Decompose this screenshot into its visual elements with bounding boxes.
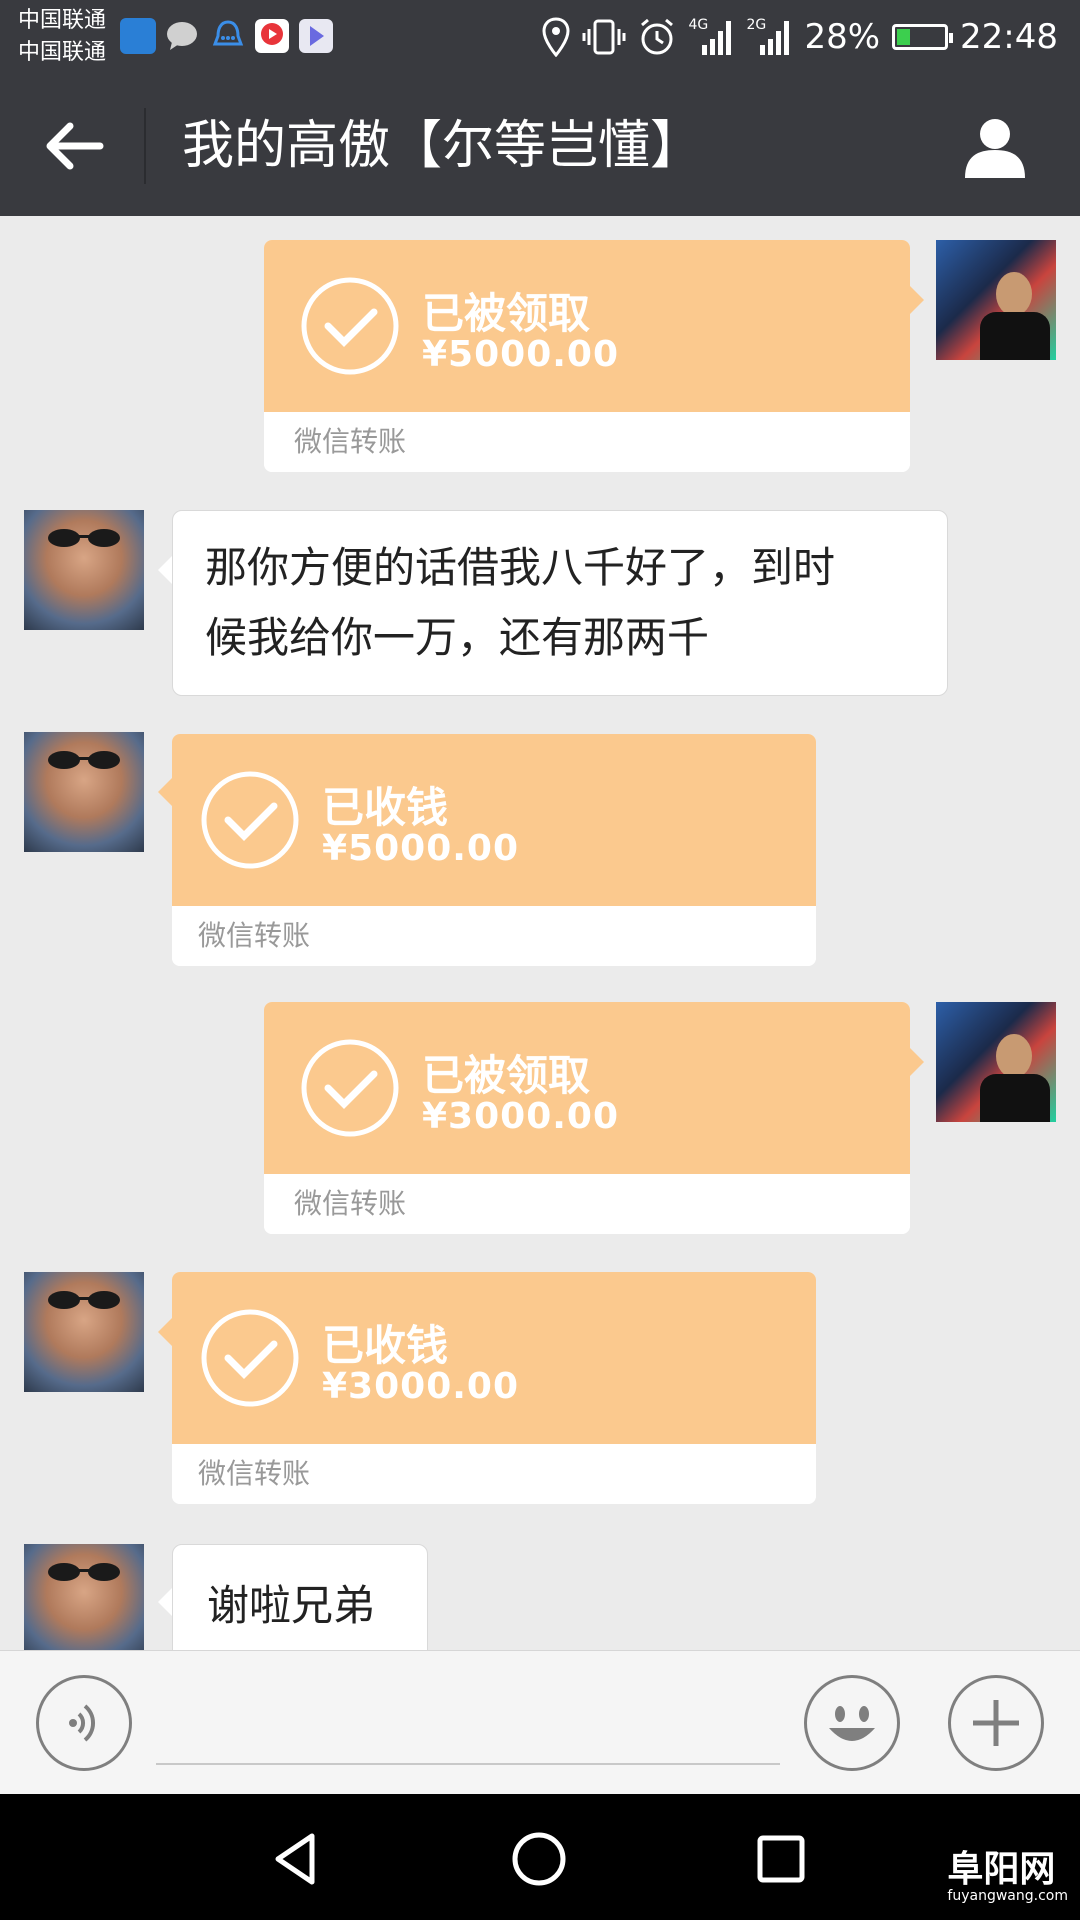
transfer-bubble[interactable]: 已被领取 ¥3000.00 微信转账 (264, 1002, 910, 1234)
smiley-icon (829, 1706, 875, 1741)
transfer-status: 已收钱 (322, 1321, 449, 1370)
transfer-footer: 微信转账 (172, 1444, 816, 1504)
message-text-line: 候我给你一万，还有那两千 (205, 613, 710, 662)
person-icon[interactable] (960, 112, 1030, 182)
sunglasses-icon (48, 1291, 120, 1309)
transfer-status: 已收钱 (322, 783, 449, 832)
avatar-other[interactable] (24, 1544, 144, 1650)
carrier-2: 中国联通 (18, 40, 107, 65)
plus-icon (973, 1700, 1019, 1746)
video-app-icon (255, 19, 289, 53)
transfer-footer: 微信转账 (264, 412, 910, 472)
battery-icon (892, 24, 954, 50)
circle-home-icon[interactable] (504, 1824, 574, 1894)
signal-2g-icon: 2G (746, 17, 792, 57)
avatar-other[interactable] (24, 732, 144, 852)
battery-percent: 28% (804, 17, 881, 57)
square-recents-icon[interactable] (746, 1824, 816, 1894)
transfer-status: 已被领取 (422, 1051, 591, 1100)
avatar-self[interactable] (936, 240, 1056, 360)
watermark: 阜阳网 fuyangwang.com (947, 1840, 1068, 1904)
weather-app-icon (120, 18, 156, 54)
check-circle-icon (301, 277, 399, 375)
triangle-back-icon[interactable] (264, 1824, 334, 1894)
clock: 22:48 (960, 17, 1058, 57)
video-app-2-icon (299, 19, 333, 53)
status-bar: 中国联通 中国联通 4G 2G 28% 22:48 (0, 0, 1080, 76)
transfer-amount: ¥3000.00 (322, 1366, 520, 1407)
emoji-button[interactable] (804, 1675, 900, 1771)
transfer-footer: 微信转账 (264, 1174, 910, 1234)
voice-icon (69, 1704, 96, 1742)
transfer-header: 已被领取 ¥3000.00 (264, 1002, 910, 1174)
avatar-other[interactable] (24, 510, 144, 630)
carrier-1: 中国联通 (18, 8, 107, 33)
check-circle-icon (201, 1309, 299, 1407)
header-divider (144, 108, 146, 184)
transfer-header: 已收钱 ¥3000.00 (172, 1272, 816, 1444)
watermark-domain: fuyangwang.com (947, 1888, 1068, 1904)
avatar-self[interactable] (936, 1002, 1056, 1122)
transfer-amount: ¥5000.00 (422, 334, 620, 375)
message-text-line: 那你方便的话借我八千好了，到时 (205, 543, 836, 592)
message-bubble-icon (167, 22, 197, 50)
chat-title: 我的高傲【尔等岂懂】 (182, 116, 703, 176)
chat-header: 我的高傲【尔等岂懂】 (0, 76, 1080, 216)
alarm-icon (641, 18, 674, 55)
message-text-line: 谢啦兄弟 (207, 1581, 376, 1630)
check-circle-icon (301, 1039, 399, 1137)
check-circle-icon (201, 771, 299, 869)
location-icon (542, 17, 570, 57)
transfer-status: 已被领取 (422, 289, 591, 338)
transfer-amount: ¥5000.00 (322, 828, 520, 869)
input-bar (0, 1650, 1080, 1795)
bubble-tail (910, 1048, 924, 1076)
bubble-tail (158, 1318, 172, 1346)
sunglasses-icon (48, 529, 120, 547)
voice-button[interactable] (36, 1675, 132, 1771)
avatar-other[interactable] (24, 1272, 144, 1392)
text-bubble[interactable]: 那你方便的话借我八千好了，到时 候我给你一万，还有那两千 (172, 510, 948, 696)
transfer-bubble[interactable]: 已收钱 ¥5000.00 微信转账 (172, 734, 816, 966)
transfer-bubble[interactable]: 已收钱 ¥3000.00 微信转账 (172, 1272, 816, 1504)
transfer-amount: ¥3000.00 (422, 1096, 620, 1137)
sunglasses-icon (48, 1563, 120, 1581)
arrow-left-icon[interactable] (40, 116, 110, 176)
transfer-footer: 微信转账 (172, 906, 816, 966)
qq-bell-icon (212, 20, 244, 46)
transfer-bubble[interactable]: 已被领取 ¥5000.00 微信转账 (264, 240, 910, 472)
bubble-tail (158, 778, 172, 806)
status-indicators: 4G 2G 28% 22:48 (542, 12, 1058, 62)
transfer-header: 已被领取 ¥5000.00 (264, 240, 910, 412)
navigation-bar: 阜阳网 fuyangwang.com (0, 1794, 1080, 1920)
signal-4g-icon: 4G (688, 17, 734, 57)
message-input[interactable] (156, 1711, 780, 1765)
bubble-tail (910, 286, 924, 314)
more-button[interactable] (948, 1675, 1044, 1771)
text-bubble[interactable]: 谢啦兄弟 (172, 1544, 428, 1650)
watermark-text: 阜阳网 (947, 1849, 1056, 1890)
battery-fill (897, 29, 911, 45)
sunglasses-icon (48, 751, 120, 769)
bubble-tail (158, 1588, 172, 1616)
transfer-header: 已收钱 ¥5000.00 (172, 734, 816, 906)
vibrate-icon (582, 19, 626, 55)
chat-area[interactable]: 已被领取 ¥5000.00 微信转账 那你方便的话借我八千好了，到时 候我给你一… (0, 216, 1080, 1650)
bubble-tail (158, 556, 172, 584)
